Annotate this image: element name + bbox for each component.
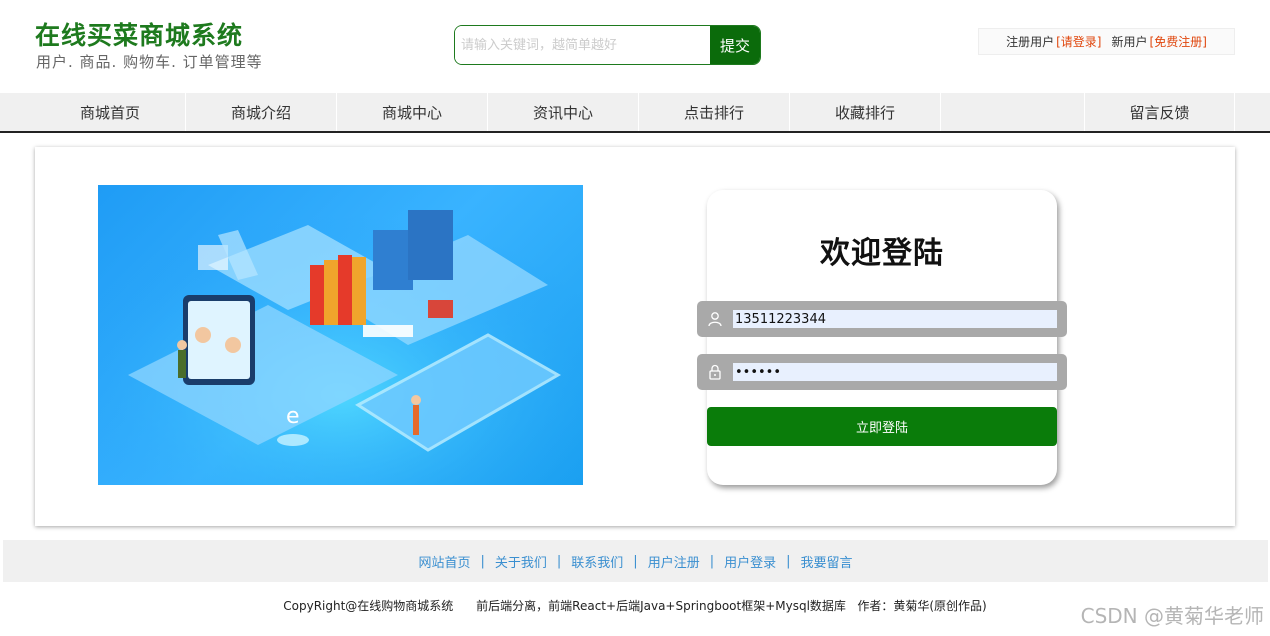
footer-link-about[interactable]: 关于我们 (495, 552, 547, 571)
nav-item-feedback[interactable]: 留言反馈 (1084, 93, 1235, 131)
login-card: 欢迎登陆 立即登陆 (697, 190, 1067, 485)
csdn-watermark: CSDN @黄菊华老师 (1080, 604, 1264, 628)
isometric-city-illustration: e (98, 185, 583, 485)
new-user-label: 新用户 (1111, 35, 1148, 49)
footer-links: 网站首页 | 关于我们 | 联系我们 | 用户注册 | 用户登录 | 我要留言 (3, 540, 1268, 582)
page-header: 在线买菜商城系统 用户. 商品. 购物车. 订单管理等 提交 注册用户 [请登录… (0, 0, 1270, 93)
username-input[interactable] (733, 310, 1057, 328)
nav-item-mall-center[interactable]: 商城中心 (337, 93, 488, 131)
login-title: 欢迎登陆 (820, 236, 944, 271)
nav-item-about[interactable]: 商城介绍 (186, 93, 337, 131)
svg-text:e: e (286, 404, 300, 429)
register-link[interactable]: [免费注册] (1150, 33, 1207, 50)
login-submit-button[interactable]: 立即登陆 (707, 407, 1057, 446)
search-submit-button[interactable]: 提交 (710, 26, 760, 64)
footer-link-register[interactable]: 用户注册 (648, 552, 700, 571)
footer-link-login[interactable]: 用户登录 (724, 552, 776, 571)
footer-link-home[interactable]: 网站首页 (418, 552, 470, 571)
search-input[interactable] (455, 26, 710, 64)
footer-link-message[interactable]: 我要留言 (801, 552, 853, 571)
nav-item-click-ranking[interactable]: 点击排行 (639, 93, 790, 131)
user-icon (697, 301, 733, 337)
search-bar: 提交 (454, 25, 761, 65)
site-title[interactable]: 在线买菜商城系统 (35, 16, 243, 52)
nav-item-news[interactable]: 资讯中心 (488, 93, 639, 131)
username-row (697, 301, 1067, 337)
login-illustration: e (98, 185, 583, 485)
nav-item-favorite-ranking[interactable]: 收藏排行 (790, 93, 941, 131)
user-status-box: 注册用户 [请登录] 新用户 [免费注册] (978, 28, 1235, 55)
footer-separator: | (786, 553, 791, 569)
password-input[interactable] (733, 363, 1057, 381)
site-subtitle: 用户. 商品. 购物车. 订单管理等 (36, 53, 263, 71)
password-row (697, 354, 1067, 390)
footer-separator: | (709, 553, 715, 569)
copyright-text: CopyRight@在线购物商城系统 前后端分离，前端React+后端Java+… (283, 599, 987, 613)
main-nav: 商城首页 商城介绍 商城中心 资讯中心 点击排行 收藏排行 留言反馈 (0, 93, 1270, 133)
footer-separator: | (556, 553, 562, 569)
lock-icon (697, 354, 733, 390)
registered-user-label: 注册用户 (1006, 35, 1055, 49)
footer-separator: | (480, 553, 485, 569)
footer-link-contact[interactable]: 联系我们 (571, 552, 623, 571)
login-link[interactable]: [请登录] (1056, 33, 1101, 50)
nav-item-home[interactable]: 商城首页 (35, 93, 186, 131)
footer-separator: | (633, 553, 638, 569)
login-panel: e 欢迎登陆 立即登陆 (35, 147, 1235, 526)
